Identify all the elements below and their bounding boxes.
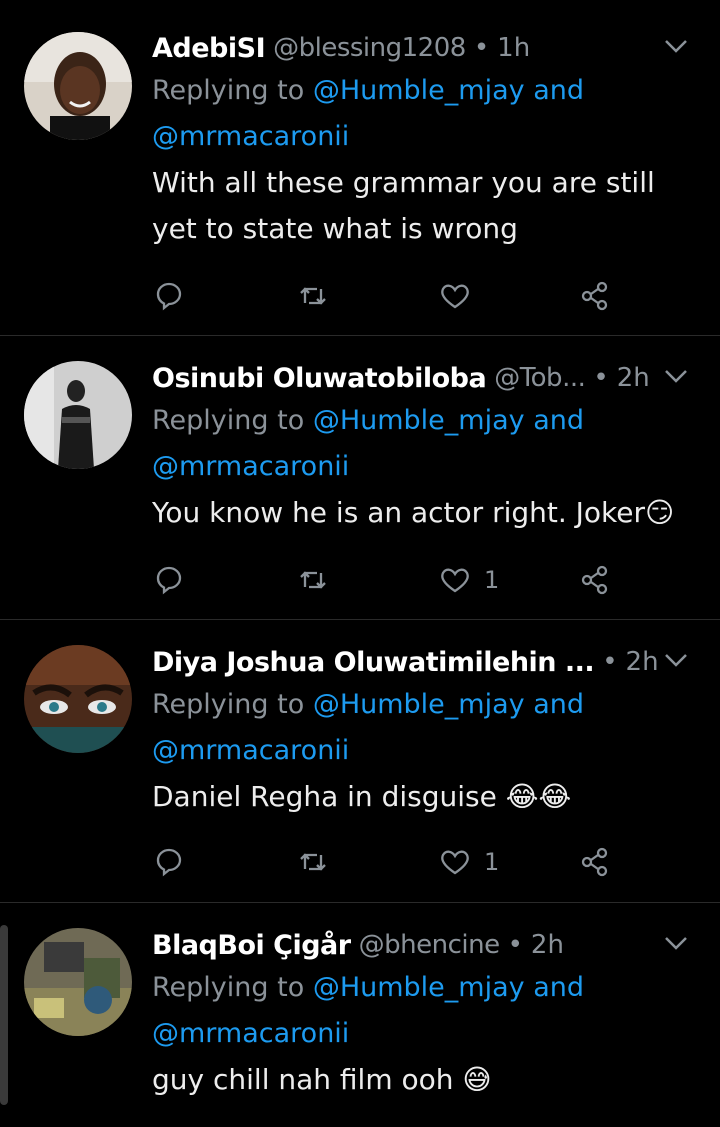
replying-to: Replying to @Humble_mjay and <box>152 405 584 436</box>
like-count: 1 <box>484 848 500 876</box>
mention-link[interactable]: @Humble_mjay <box>313 689 525 720</box>
display-name[interactable]: BlaqBoi Çigår <box>152 930 351 961</box>
timestamp[interactable]: 2h <box>617 363 650 393</box>
mention-link[interactable]: @Humble_mjay <box>313 405 525 436</box>
timestamp[interactable]: 2h <box>531 930 564 960</box>
mention-link[interactable]: @Humble_mjay <box>313 75 525 106</box>
heart-icon <box>441 568 469 593</box>
tweet-text: guy chill nah film ooh 😅 <box>152 1063 492 1096</box>
avatar[interactable] <box>24 928 132 1036</box>
reply-button[interactable] <box>152 276 186 316</box>
chevron-down-icon[interactable] <box>658 925 694 961</box>
reply-button[interactable] <box>152 842 186 882</box>
divider <box>0 335 720 336</box>
separator-dot: • <box>593 363 609 393</box>
separator-dot: • <box>473 33 490 63</box>
chevron-down-icon[interactable] <box>658 28 694 64</box>
share-button[interactable] <box>578 842 612 882</box>
reply-icon <box>156 566 182 595</box>
mention-link[interactable]: @mrmacaronii <box>152 1018 349 1049</box>
user-handle[interactable]: @blessing1208 <box>273 33 466 63</box>
retweet-icon <box>300 571 326 589</box>
user-handle[interactable]: @Tob... <box>494 363 586 393</box>
share-icon <box>581 281 608 311</box>
heart-icon <box>441 284 469 309</box>
like-button[interactable]: 1 <box>438 842 499 882</box>
display-name[interactable]: AdebiSI <box>152 33 266 64</box>
tweet-text: Daniel Regha in disguise 😂😂 <box>152 780 572 813</box>
share-button[interactable] <box>578 276 612 316</box>
tweet-text: You know he is an actor right. Joker😏 <box>152 496 675 529</box>
display-name[interactable]: Diya Joshua Oluwatimilehin ... <box>152 647 595 678</box>
mention-link[interactable]: @mrmacaronii <box>152 451 349 482</box>
retweet-icon <box>300 287 326 305</box>
share-icon <box>581 565 608 595</box>
avatar[interactable] <box>24 645 132 753</box>
user-handle[interactable]: @bhencine <box>359 930 500 960</box>
mention-link[interactable]: @mrmacaronii <box>152 735 349 766</box>
mention-link[interactable]: @mrmacaronii <box>152 121 349 152</box>
reply-feed: AdebiSI @blessing1208 • 1h Replying to @… <box>0 0 720 1127</box>
heart-icon <box>441 850 469 875</box>
scrollbar-thumb[interactable] <box>0 925 8 1105</box>
divider <box>0 902 720 903</box>
share-button[interactable] <box>578 560 612 600</box>
replying-to: Replying to @Humble_mjay and <box>152 972 584 1003</box>
chevron-down-icon[interactable] <box>658 642 694 678</box>
reply-button[interactable] <box>152 560 186 600</box>
display-name[interactable]: Osinubi Oluwatobiloba <box>152 363 487 394</box>
chevron-down-icon[interactable] <box>658 358 694 394</box>
share-icon <box>581 847 608 877</box>
replying-to: Replying to @Humble_mjay and <box>152 689 584 720</box>
tweet-text: With all these grammar you are still yet… <box>152 166 655 245</box>
avatar[interactable] <box>24 361 132 469</box>
like-count: 1 <box>484 566 500 594</box>
retweet-button[interactable] <box>296 560 330 600</box>
mention-link[interactable]: @Humble_mjay <box>313 972 525 1003</box>
separator-dot: • <box>602 647 618 677</box>
replying-to: Replying to @Humble_mjay and <box>152 75 584 106</box>
retweet-icon <box>300 853 326 871</box>
divider <box>0 619 720 620</box>
like-button[interactable]: 1 <box>438 560 499 600</box>
like-button[interactable] <box>438 276 484 316</box>
timestamp[interactable]: 1h <box>497 33 530 63</box>
reply-icon <box>156 848 182 877</box>
separator-dot: • <box>507 930 523 960</box>
avatar[interactable] <box>24 32 132 140</box>
reply-icon <box>156 282 182 311</box>
retweet-button[interactable] <box>296 276 330 316</box>
timestamp[interactable]: 2h <box>626 647 659 677</box>
retweet-button[interactable] <box>296 842 330 882</box>
